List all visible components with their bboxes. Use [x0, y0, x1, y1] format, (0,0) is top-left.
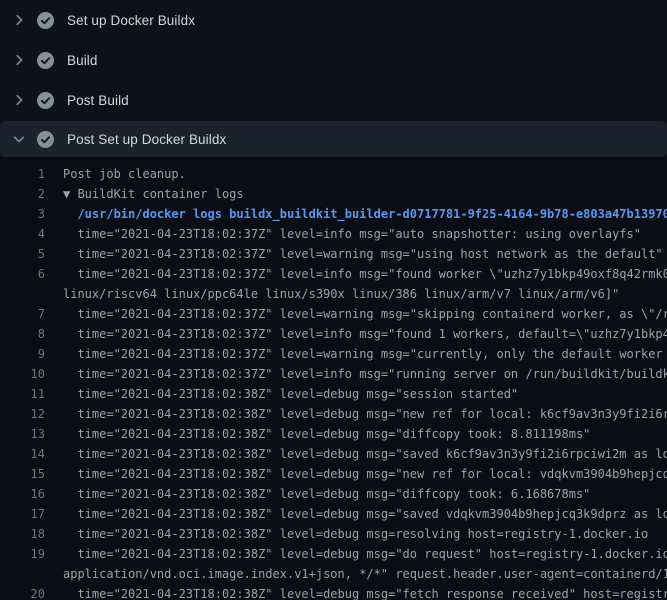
line-number[interactable]: 11	[0, 384, 45, 404]
log-text: /usr/bin/docker logs buildx_buildkit_bui…	[45, 204, 667, 224]
line-number[interactable]: 6	[0, 264, 45, 284]
line-number[interactable]: 12	[0, 404, 45, 424]
log-text: application/vnd.oci.image.index.v1+json,…	[45, 564, 667, 584]
log-text: time="2021-04-23T18:02:37Z" level=info m…	[45, 324, 667, 344]
log-line: 15 time="2021-04-23T18:02:38Z" level=deb…	[0, 464, 667, 484]
step-row-post-build[interactable]: Post Build	[0, 80, 667, 120]
log-text: time="2021-04-23T18:02:38Z" level=debug …	[45, 524, 648, 544]
step-row-build[interactable]: Build	[0, 40, 667, 80]
log-line: 13 time="2021-04-23T18:02:38Z" level=deb…	[0, 424, 667, 444]
line-number[interactable]: 16	[0, 484, 45, 504]
log-line: 3 /usr/bin/docker logs buildx_buildkit_b…	[0, 204, 667, 224]
line-number[interactable]: 13	[0, 424, 45, 444]
log-text: time="2021-04-23T18:02:38Z" level=debug …	[45, 584, 667, 600]
log-text: time="2021-04-23T18:02:38Z" level=debug …	[45, 384, 518, 404]
log-line: 10 time="2021-04-23T18:02:37Z" level=inf…	[0, 364, 667, 384]
log-text: time="2021-04-23T18:02:38Z" level=debug …	[45, 464, 667, 484]
log-text: time="2021-04-23T18:02:38Z" level=debug …	[45, 424, 590, 444]
log-line: 16 time="2021-04-23T18:02:38Z" level=deb…	[0, 484, 667, 504]
log-text: time="2021-04-23T18:02:37Z" level=warnin…	[45, 344, 667, 364]
check-circle-icon	[37, 12, 54, 29]
log-line: 4 time="2021-04-23T18:02:37Z" level=info…	[0, 224, 667, 244]
log-line: 12 time="2021-04-23T18:02:38Z" level=deb…	[0, 404, 667, 424]
step-row-set-up-docker-buildx[interactable]: Set up Docker Buildx	[0, 0, 667, 40]
log-line: 11 time="2021-04-23T18:02:38Z" level=deb…	[0, 384, 667, 404]
log-text: time="2021-04-23T18:02:37Z" level=info m…	[45, 264, 667, 284]
line-number[interactable]: 7	[0, 304, 45, 324]
log-line: 2 ▼ BuildKit container logs	[0, 184, 667, 204]
log-line: 6 time="2021-04-23T18:02:37Z" level=info…	[0, 264, 667, 284]
chevron-down-icon	[11, 131, 27, 147]
log-text: time="2021-04-23T18:02:37Z" level=warnin…	[45, 244, 663, 264]
actions-log-viewer: Set up Docker Buildx Build Post Build	[0, 0, 667, 600]
steps-panel: Set up Docker Buildx Build Post Build	[0, 0, 667, 157]
check-circle-icon	[37, 52, 54, 69]
line-number[interactable]: 14	[0, 444, 45, 464]
log-line: 8 time="2021-04-23T18:02:37Z" level=info…	[0, 324, 667, 344]
log-line: 7 time="2021-04-23T18:02:37Z" level=warn…	[0, 304, 667, 324]
line-number	[0, 564, 45, 584]
log-text: time="2021-04-23T18:02:38Z" level=debug …	[45, 484, 590, 504]
log-line: 1 Post job cleanup.	[0, 164, 667, 184]
step-label: Post Build	[67, 93, 129, 108]
line-number[interactable]: 15	[0, 464, 45, 484]
log-line: 20 time="2021-04-23T18:02:38Z" level=deb…	[0, 584, 667, 600]
step-label: Build	[67, 53, 98, 68]
line-number[interactable]: 9	[0, 344, 45, 364]
chevron-right-icon	[11, 52, 27, 68]
line-number[interactable]: 8	[0, 324, 45, 344]
line-number[interactable]: 4	[0, 224, 45, 244]
chevron-right-icon	[11, 92, 27, 108]
line-number	[0, 284, 45, 304]
step-label: Post Set up Docker Buildx	[67, 132, 226, 147]
line-number[interactable]: 10	[0, 364, 45, 384]
line-number[interactable]: 3	[0, 204, 45, 224]
log-text: time="2021-04-23T18:02:37Z" level=info m…	[45, 364, 667, 384]
log-text: time="2021-04-23T18:02:37Z" level=warnin…	[45, 304, 667, 324]
log-group-toggle[interactable]: ▼ BuildKit container logs	[45, 184, 244, 204]
step-label: Set up Docker Buildx	[67, 13, 195, 28]
check-circle-icon	[37, 92, 54, 109]
log-text: time="2021-04-23T18:02:38Z" level=debug …	[45, 544, 667, 564]
log-line: linux/riscv64 linux/ppc64le linux/s390x …	[0, 284, 667, 304]
step-row-post-set-up-docker-buildx[interactable]: Post Set up Docker Buildx	[0, 121, 667, 157]
log-panel[interactable]: 1 Post job cleanup. 2 ▼ BuildKit contain…	[0, 157, 667, 600]
line-number[interactable]: 20	[0, 584, 45, 600]
log-line: 5 time="2021-04-23T18:02:37Z" level=warn…	[0, 244, 667, 264]
line-number[interactable]: 5	[0, 244, 45, 264]
log-text: Post job cleanup.	[45, 164, 186, 184]
log-text: time="2021-04-23T18:02:38Z" level=debug …	[45, 404, 667, 424]
log-line: 18 time="2021-04-23T18:02:38Z" level=deb…	[0, 524, 667, 544]
log-text: time="2021-04-23T18:02:38Z" level=debug …	[45, 444, 667, 464]
line-number[interactable]: 17	[0, 504, 45, 524]
line-number[interactable]: 2	[0, 184, 45, 204]
log-text: time="2021-04-23T18:02:38Z" level=debug …	[45, 504, 667, 524]
log-text: linux/riscv64 linux/ppc64le linux/s390x …	[45, 284, 619, 304]
line-number[interactable]: 19	[0, 544, 45, 564]
log-line: 17 time="2021-04-23T18:02:38Z" level=deb…	[0, 504, 667, 524]
log-line: 9 time="2021-04-23T18:02:37Z" level=warn…	[0, 344, 667, 364]
check-circle-icon	[37, 131, 54, 148]
log-line: application/vnd.oci.image.index.v1+json,…	[0, 564, 667, 584]
log-line: 19 time="2021-04-23T18:02:38Z" level=deb…	[0, 544, 667, 564]
log-line: 14 time="2021-04-23T18:02:38Z" level=deb…	[0, 444, 667, 464]
line-number[interactable]: 1	[0, 164, 45, 184]
line-number[interactable]: 18	[0, 524, 45, 544]
log-text: time="2021-04-23T18:02:37Z" level=info m…	[45, 224, 641, 244]
chevron-right-icon	[11, 12, 27, 28]
